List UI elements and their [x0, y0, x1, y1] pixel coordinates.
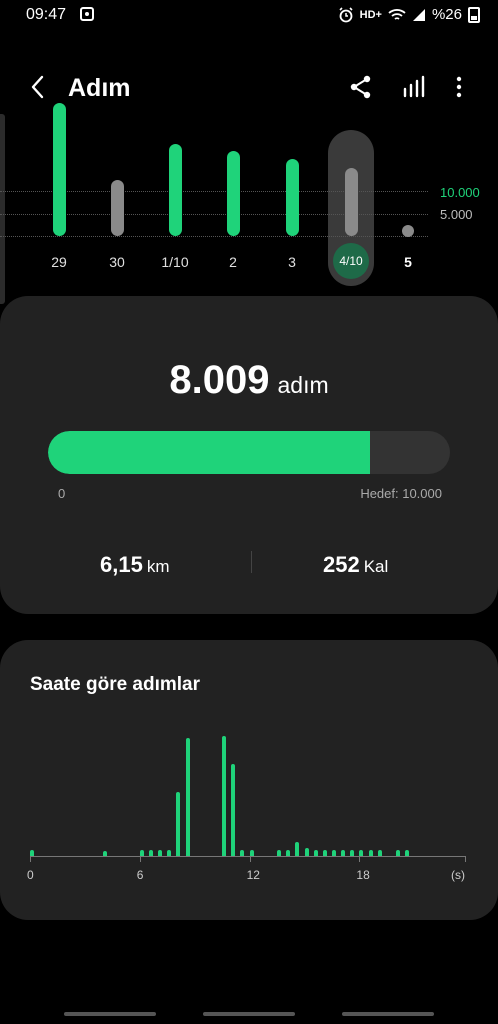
nav-recent-button[interactable]: [64, 1012, 156, 1016]
hour-bar: [176, 792, 181, 856]
x-tick-label: 12: [246, 868, 260, 882]
hourly-chart-title: Saate göre adımlar: [30, 674, 201, 695]
hour-bar: [322, 850, 327, 856]
day-label[interactable]: 5: [383, 254, 433, 270]
day-label[interactable]: 30: [92, 254, 142, 270]
x-tick: [359, 856, 361, 862]
hour-bar: [148, 850, 153, 856]
hour-bar: [286, 850, 291, 856]
day-bar[interactable]: [169, 143, 182, 236]
x-tick-label: 6: [136, 868, 144, 882]
status-right: HD+ %26: [338, 6, 480, 23]
progress-goal-label: Hedef: 10.000: [360, 486, 442, 501]
x-tick: [249, 856, 251, 862]
x-tick: [30, 856, 31, 862]
hourly-steps-card[interactable]: Saate göre adımlar 0 6 12 18 (s): [0, 640, 498, 920]
page-title: Adım: [68, 74, 131, 102]
hour-bar: [231, 764, 236, 856]
app-bar: Adım: [0, 66, 498, 110]
more-vert-icon[interactable]: [446, 74, 472, 100]
calories-value: 252: [323, 552, 360, 577]
status-time: 09:47: [26, 6, 67, 23]
hourly-steps-chart: 0 6 12 18 (s): [27, 730, 468, 882]
goal-progress-bar: [48, 431, 450, 474]
selected-day-label: 4/10: [339, 254, 363, 268]
calories-unit: Kal: [363, 557, 389, 576]
stat-divider: [251, 551, 252, 573]
day-bar[interactable]: [111, 180, 124, 236]
daily-steps-strip[interactable]: 10.000 5.000 8 29 30 1/10 23 5 4/10: [0, 103, 498, 304]
hour-bar: [313, 850, 318, 856]
hour-bar: [350, 850, 355, 856]
status-bar: 09:47 HD+ %26: [0, 0, 498, 30]
gridline-low: [0, 236, 428, 237]
x-tick-end: [465, 856, 466, 862]
day-bar[interactable]: [227, 150, 240, 236]
step-count: 8.009 adım: [0, 358, 498, 403]
progress-min-label: 0: [58, 486, 66, 501]
bar-chart-icon[interactable]: [402, 74, 428, 100]
day-bar[interactable]: [53, 103, 66, 236]
hour-bar: [377, 850, 382, 856]
hour-bar: [158, 850, 163, 856]
wifi-icon: [388, 8, 406, 20]
battery-icon: [468, 6, 480, 23]
hour-bar: [396, 850, 400, 856]
nav-back-button[interactable]: [342, 1012, 434, 1016]
hour-bar: [103, 851, 108, 856]
day-label[interactable]: 2: [208, 254, 258, 270]
hour-bar: [331, 850, 336, 856]
hour-bar: [368, 850, 373, 856]
hour-bar: [222, 736, 227, 856]
day-bar[interactable]: [345, 167, 358, 236]
goal-progress-fill: [48, 431, 370, 474]
edge-panel-handle[interactable]: [0, 114, 5, 304]
hour-bar: [185, 738, 190, 856]
distance-unit: km: [146, 557, 170, 576]
hour-bar: [405, 850, 410, 856]
x-tick-label: 0: [27, 868, 34, 882]
x-tick-label: 18: [356, 868, 370, 882]
hour-bar: [240, 850, 245, 856]
hour-bar: [341, 850, 346, 856]
back-arrow-icon[interactable]: [26, 74, 52, 100]
day-label[interactable]: 3: [267, 254, 317, 270]
alarm-icon: [339, 6, 353, 22]
hour-bar: [167, 850, 172, 856]
summary-card: 8.009 adım 0 Hedef: 10.000 6,15 km 252 Kal: [0, 296, 498, 614]
share-icon[interactable]: [348, 74, 374, 100]
network-type: HD+: [359, 8, 382, 21]
navigation-bar: [0, 1012, 498, 1018]
hour-bar: [277, 850, 282, 856]
day-label[interactable]: 8: [0, 254, 17, 270]
battery-percent: %26: [431, 6, 462, 23]
screenshot-icon: [80, 7, 94, 21]
day-label[interactable]: 29: [34, 254, 84, 270]
step-count-unit: adım: [277, 372, 329, 398]
step-count-value: 8.009: [169, 358, 270, 402]
distance-stat: 6,15 km: [100, 552, 170, 578]
selected-day-badge[interactable]: 4/10: [333, 243, 369, 279]
hour-bar: [304, 848, 309, 856]
calories-stat: 252 Kal: [323, 552, 388, 578]
grid-label-low: 5.000: [440, 207, 473, 222]
chart-baseline: [30, 856, 466, 857]
grid-label-high: 10.000: [440, 185, 480, 200]
day-empty-dot[interactable]: [402, 225, 414, 237]
distance-value: 6,15: [100, 552, 143, 577]
x-axis-unit: (s): [451, 868, 465, 882]
nav-home-button[interactable]: [203, 1012, 295, 1016]
day-bar[interactable]: [286, 159, 299, 236]
signal-icon: [412, 8, 425, 21]
x-tick: [139, 856, 141, 862]
hour-bar: [295, 842, 300, 856]
day-label[interactable]: 1/10: [150, 254, 200, 270]
